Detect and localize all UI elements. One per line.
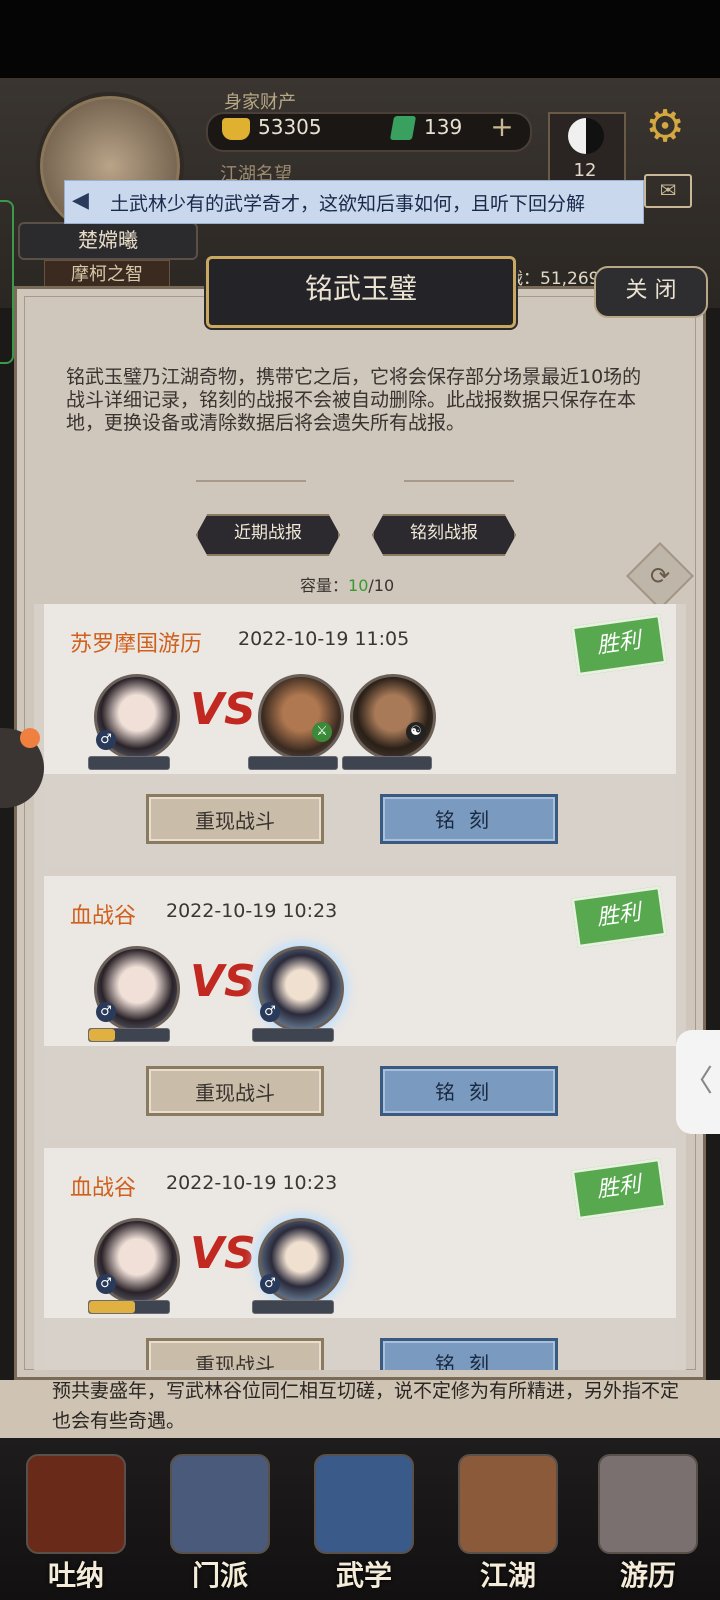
panel-description: 铭武玉璧乃江湖奇物，携带它之后，它将会保存部分场景最近10场的战斗详细记录，铭刻… bbox=[66, 366, 642, 434]
horse-icon bbox=[598, 1454, 698, 1554]
hat-icon bbox=[458, 1454, 558, 1554]
engrave-button[interactable]: 铭刻 bbox=[380, 794, 558, 844]
player-hp-fill bbox=[89, 1301, 136, 1313]
notification-dot bbox=[20, 728, 40, 748]
jade-count: 139 bbox=[424, 115, 463, 139]
replay-battle-button[interactable]: 重现战斗 bbox=[146, 1066, 324, 1116]
enemy-portrait bbox=[350, 674, 436, 760]
nav-item-travel[interactable]: 游历 bbox=[586, 1446, 710, 1596]
player-name: 楚嫦曦 bbox=[18, 222, 198, 260]
battle-location: 苏罗摩国游历 bbox=[70, 632, 203, 657]
nav-item-tuna[interactable]: 吐纳 bbox=[14, 1446, 138, 1596]
divider-ornament-left bbox=[196, 480, 306, 482]
gear-icon[interactable]: ⚙ bbox=[642, 104, 688, 150]
nav-label: 游历 bbox=[619, 1559, 676, 1592]
male-gender-icon: ♂ bbox=[96, 1274, 116, 1294]
replay-battle-button[interactable]: 重现战斗 bbox=[146, 794, 324, 844]
tab-engraved-reports[interactable]: 铭刻战报 bbox=[372, 514, 516, 556]
engrave-button[interactable]: 铭刻 bbox=[380, 1066, 558, 1116]
male-gender-icon: ♂ bbox=[260, 1274, 280, 1294]
jade-icon bbox=[389, 116, 417, 140]
male-gender-icon: ♂ bbox=[260, 1002, 280, 1022]
taiji-count: 12 bbox=[573, 160, 597, 181]
coin-count: 53305 bbox=[258, 115, 322, 139]
resource-bar bbox=[206, 112, 532, 152]
nav-label: 吐纳 bbox=[47, 1559, 104, 1592]
player-hp-fill bbox=[89, 1029, 115, 1041]
enemy-hp-bar bbox=[252, 1028, 334, 1042]
battle-location: 血战谷 bbox=[70, 1176, 137, 1201]
male-gender-icon: ♂ bbox=[96, 730, 116, 750]
enemy-hp-bar bbox=[342, 756, 432, 770]
nav-item-martial-arts[interactable]: 武学 bbox=[302, 1446, 426, 1596]
divider-ornament-right bbox=[404, 480, 514, 482]
battle-card: 血战谷 2022-10-19 10:23 胜利 ♂ VS ♂ 重现战斗 铭刻 bbox=[44, 1148, 676, 1370]
sect-icon bbox=[170, 1454, 270, 1554]
male-gender-icon: ♂ bbox=[96, 1002, 116, 1022]
capacity-label: 容量： bbox=[300, 576, 349, 595]
enemy-hp-bar bbox=[248, 756, 338, 770]
nav-item-sect[interactable]: 门派 bbox=[158, 1446, 282, 1596]
battle-location: 血战谷 bbox=[70, 904, 137, 929]
battle-time: 2022-10-19 10:23 bbox=[166, 1172, 338, 1194]
battle-card: 苏罗摩国游历 2022-10-19 11:05 胜利 ♂ VS ⚔ ☯ 重现战斗… bbox=[44, 604, 676, 868]
vs-icon: VS bbox=[190, 956, 256, 1007]
player-hp-bar bbox=[88, 756, 170, 770]
nav-label: 门派 bbox=[191, 1559, 248, 1592]
replay-battle-button[interactable]: 重现战斗 bbox=[146, 1338, 324, 1370]
gourd-icon bbox=[26, 1454, 126, 1554]
nav-label: 江湖 bbox=[479, 1559, 536, 1592]
mail-icon[interactable]: ✉ bbox=[644, 174, 692, 208]
background-text: 预共妻盛年，写武林谷位同仁相互切磋，说不定修为有所精进，另外指不定也会有些奇遇。 bbox=[52, 1380, 680, 1432]
refresh-icon: ⟳ bbox=[649, 562, 671, 590]
add-currency-button[interactable]: + bbox=[488, 113, 516, 142]
enemy-portrait bbox=[258, 674, 344, 760]
status-bar bbox=[0, 0, 720, 78]
taiji-icon bbox=[568, 118, 604, 154]
capacity-indicator: 容量：10/10 bbox=[300, 572, 394, 596]
vs-icon: VS bbox=[190, 684, 256, 735]
capacity-max: /10 bbox=[368, 576, 395, 595]
close-button[interactable]: 关 闭 bbox=[594, 266, 708, 318]
battle-list[interactable]: 苏罗摩国游历 2022-10-19 11:05 胜利 ♂ VS ⚔ ☯ 重现战斗… bbox=[34, 604, 686, 1370]
gold-ingot-icon bbox=[222, 118, 250, 140]
side-indicator bbox=[0, 200, 14, 364]
nav-item-jianghu[interactable]: 江湖 bbox=[446, 1446, 570, 1596]
nav-label: 武学 bbox=[335, 1559, 392, 1592]
taiji-badge-icon: ☯ bbox=[406, 722, 426, 742]
sword-badge-icon: ⚔ bbox=[312, 722, 332, 742]
book-icon bbox=[314, 1454, 414, 1554]
tab-recent-reports[interactable]: 近期战报 bbox=[196, 514, 340, 556]
battle-time: 2022-10-19 11:05 bbox=[238, 628, 410, 650]
enemy-hp-bar bbox=[252, 1300, 334, 1314]
broadcast-text: 土武林少有的武学奇才，这欲知后事如何，且听下回分解 bbox=[110, 193, 586, 215]
capacity-current: 10 bbox=[348, 576, 369, 595]
wealth-label: 身家财产 bbox=[224, 92, 296, 113]
vs-icon: VS bbox=[190, 1228, 256, 1279]
battle-time: 2022-10-19 10:23 bbox=[166, 900, 338, 922]
player-hp-bar bbox=[88, 1028, 170, 1042]
battle-card: 血战谷 2022-10-19 10:23 胜利 ♂ VS ♂ 重现战斗 铭刻 bbox=[44, 876, 676, 1140]
engrave-button[interactable]: 铭刻 bbox=[380, 1338, 558, 1370]
speaker-icon: ◀ bbox=[72, 188, 89, 213]
player-hp-bar bbox=[88, 1300, 170, 1314]
panel-title: 铭武玉璧 bbox=[206, 256, 516, 328]
side-drawer-tab[interactable]: 〈 bbox=[676, 1030, 720, 1134]
